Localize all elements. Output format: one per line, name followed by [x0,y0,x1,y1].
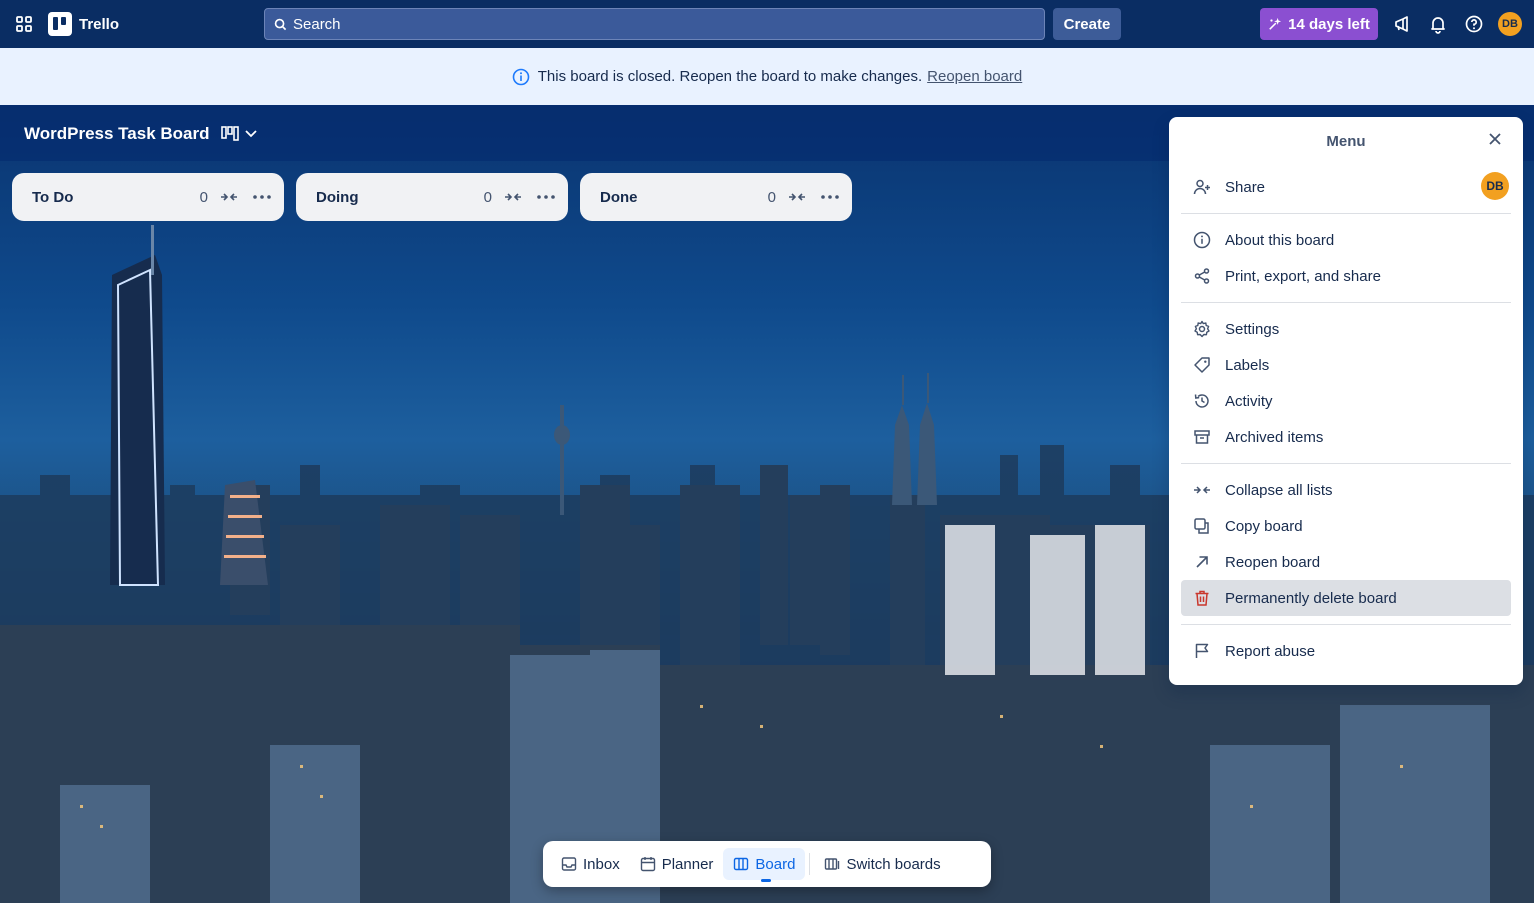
menu-item-label: Copy board [1225,517,1303,535]
avatar[interactable]: DB [1498,12,1522,36]
collapse-list-icon[interactable] [220,188,238,206]
archive-icon [1194,430,1210,444]
flag-icon [1195,643,1209,658]
bell-icon[interactable] [1428,14,1448,34]
menu-item-activity[interactable]: Activity [1181,383,1511,419]
menu-item-settings[interactable]: Settings [1181,311,1511,347]
trello-logo-icon [48,12,72,36]
menu-item-share[interactable]: Share [1181,169,1511,205]
menu-item-report-abuse[interactable]: Report abuse [1181,633,1511,669]
chevron-down-icon [245,130,257,138]
switch-boards-label: Switch boards [846,855,941,873]
copy-icon [1194,518,1209,534]
search-input[interactable]: Search [264,8,1045,40]
avatar[interactable]: DB [1481,172,1509,200]
board-view-icon [221,126,239,141]
list-title[interactable]: To Do [32,189,200,206]
inbox-label: Inbox [583,855,620,873]
info-icon [1193,231,1211,249]
menu-item-label: Print, export, and share [1225,267,1381,285]
menu-item-labels[interactable]: Labels [1181,347,1511,383]
apps-grid-icon[interactable] [14,14,34,34]
menu-item-label: Reopen board [1225,553,1321,571]
board-menu: Menu Share DB About this board Print, ex… [1169,117,1523,685]
board-title[interactable]: WordPress Task Board [24,124,210,144]
list-card-count: 0 [199,188,208,206]
more-icon[interactable] [820,188,840,206]
switch-boards-button[interactable]: Switch boards [814,848,950,880]
menu-item-collapse-lists[interactable]: Collapse all lists [1181,472,1511,508]
menu-item-print-export[interactable]: Print, export, and share [1181,258,1511,294]
reopen-board-link[interactable]: Reopen board [927,68,1022,85]
help-icon[interactable] [1464,14,1484,34]
list-title[interactable]: Done [600,189,768,206]
planner-button[interactable]: Planner [630,848,724,880]
menu-item-reopen-board[interactable]: Reopen board [1181,544,1511,580]
menu-item-label: Permanently delete board [1225,589,1397,607]
switch-boards-icon [825,858,840,870]
info-icon [512,68,530,85]
collapse-list-icon[interactable] [504,188,522,206]
divider [1181,213,1511,214]
gear-icon [1194,320,1210,338]
create-button[interactable]: Create [1053,8,1121,40]
trash-icon [1195,590,1209,606]
list-card-count: 0 [767,188,776,206]
view-switcher[interactable] [220,124,262,144]
history-icon [1194,394,1209,408]
menu-item-label: Labels [1225,356,1270,374]
list-done[interactable]: Done 0 [580,173,852,221]
search-icon [274,18,287,31]
menu-title: Menu [1326,133,1366,150]
list-title[interactable]: Doing [316,189,484,206]
divider [1181,302,1511,303]
trial-label: 14 days left [1288,15,1370,33]
inbox-button[interactable]: Inbox [551,848,630,880]
trello-logo[interactable]: Trello [48,12,119,36]
list-to-do[interactable]: To Do 0 [12,173,284,221]
menu-item-label: About this board [1225,231,1335,249]
bottom-switcher: Inbox Planner Board Switch boards [543,841,991,887]
closed-board-banner: This board is closed. Reopen the board t… [0,48,1534,105]
menu-item-about[interactable]: About this board [1181,222,1511,258]
menu-item-label: Share [1225,178,1266,196]
tag-icon [1194,357,1210,373]
menu-item-label: Archived items [1225,428,1324,446]
divider [1181,463,1511,464]
collapse-icon [1194,486,1210,494]
calendar-icon [640,857,655,872]
planner-label: Planner [661,855,714,873]
app-name: Trello [79,15,120,33]
divider [809,853,811,875]
top-navigation: Trello Search Create 14 days left DB [0,0,1534,48]
close-icon[interactable] [1487,131,1503,147]
arrow-up-right-icon [1196,556,1208,568]
menu-item-delete-board[interactable]: Permanently delete board [1181,580,1511,616]
collapse-list-icon[interactable] [788,188,806,206]
menu-item-label: Settings [1225,320,1280,338]
search-placeholder: Search [293,15,341,33]
menu-item-label: Collapse all lists [1225,481,1333,499]
board-button[interactable]: Board [723,848,806,882]
menu-item-archived[interactable]: Archived items [1181,419,1511,455]
menu-item-label: Report abuse [1225,642,1316,660]
list-doing[interactable]: Doing 0 [296,173,568,221]
menu-item-label: Activity [1225,392,1273,410]
trial-button[interactable]: 14 days left [1260,8,1378,40]
board-label: Board [755,855,796,873]
sparkle-icon [1269,17,1282,30]
board-icon [734,857,749,871]
menu-item-copy-board[interactable]: Copy board [1181,508,1511,544]
more-icon[interactable] [252,188,272,206]
banner-message: This board is closed. Reopen the board t… [537,68,923,85]
megaphone-icon[interactable] [1392,14,1412,34]
list-card-count: 0 [483,188,492,206]
share-icon [1194,268,1210,284]
more-icon[interactable] [536,188,556,206]
inbox-icon [561,857,577,871]
add-person-icon [1193,179,1210,195]
divider [1181,624,1511,625]
